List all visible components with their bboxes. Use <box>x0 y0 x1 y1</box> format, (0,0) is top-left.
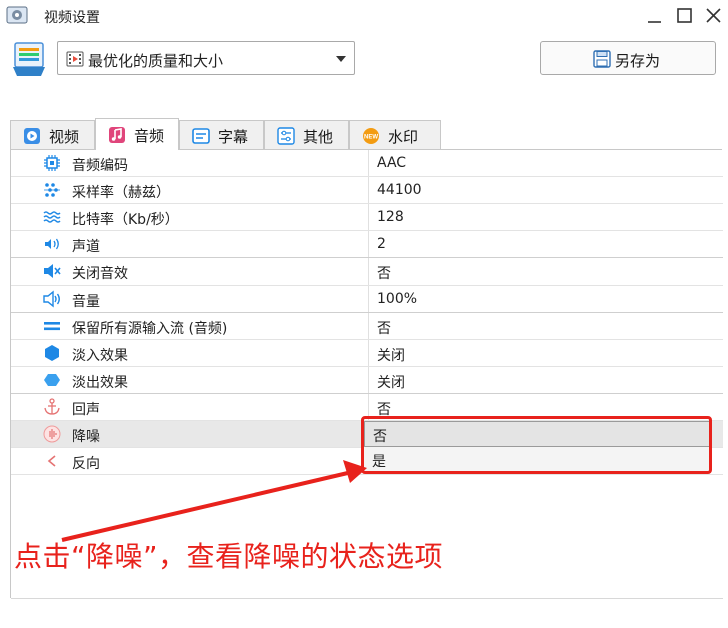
tab-label: 视频 <box>49 128 80 146</box>
hexagon-fill-icon <box>45 345 59 361</box>
save-disk-icon <box>593 50 611 68</box>
tab-other[interactable]: 其他 <box>264 120 349 149</box>
subtitle-icon <box>192 128 210 144</box>
chevron-down-icon <box>336 56 346 62</box>
property-row-fade-out[interactable]: 淡出效果 关闭 <box>11 367 723 394</box>
property-label: 关闭音效 <box>72 266 128 282</box>
tab-watermark[interactable]: NEW 水印 <box>349 120 441 149</box>
property-value: 100% <box>377 291 418 307</box>
preset-dropdown[interactable]: 最优化的质量和大小 <box>57 41 355 75</box>
save-as-button[interactable]: 另存为 <box>540 41 716 75</box>
property-row-audio-codec[interactable]: 音频编码 AAC <box>11 150 723 177</box>
property-label: 保留所有源输入流 (音频) <box>72 321 228 337</box>
echo-anchor-icon <box>44 398 60 415</box>
music-note-icon <box>109 127 125 143</box>
annotation-highlight-box <box>361 416 712 474</box>
film-icon <box>66 51 84 67</box>
equals-icon <box>44 322 60 331</box>
tab-video[interactable]: 视频 <box>10 120 95 149</box>
property-label: 音频编码 <box>72 158 128 174</box>
property-label: 比特率（Kb/秒） <box>72 212 179 228</box>
property-label: 声道 <box>72 239 100 255</box>
tab-label: 字幕 <box>218 128 249 146</box>
property-row-mute[interactable]: 关闭音效 否 <box>11 258 723 286</box>
maximize-icon[interactable] <box>675 6 695 26</box>
new-badge-icon: NEW <box>363 128 379 144</box>
property-row-sample-rate[interactable]: 采样率（赫兹） 44100 <box>11 177 723 204</box>
property-label: 音量 <box>72 294 100 310</box>
hexagon-light-icon <box>44 374 60 386</box>
noise-reduction-icon <box>43 425 61 443</box>
video-play-icon <box>24 128 40 144</box>
grid-bottom-border <box>11 598 723 599</box>
property-label: 回声 <box>72 402 100 418</box>
mute-speaker-icon <box>44 264 61 278</box>
settings-tabs: 视频 音频 字幕 其他 NEW 水印 <box>10 118 722 150</box>
property-row-keep-streams[interactable]: 保留所有源输入流 (音频) 否 <box>11 313 723 340</box>
property-value: 2 <box>377 236 386 252</box>
property-label: 反向 <box>72 456 100 472</box>
tab-label: 水印 <box>388 128 419 146</box>
sliders-icon <box>277 127 295 145</box>
property-row-fade-in[interactable]: 淡入效果 关闭 <box>11 340 723 367</box>
tab-label: 其他 <box>303 128 334 146</box>
volume-icon <box>43 290 60 308</box>
property-row-bitrate[interactable]: 比特率（Kb/秒） 128 <box>11 204 723 231</box>
property-value: 关闭 <box>377 375 405 391</box>
preset-list-icon <box>13 42 45 76</box>
property-label: 淡出效果 <box>72 375 128 391</box>
sample-rate-icon <box>44 183 60 197</box>
property-label: 降噪 <box>72 429 100 445</box>
audio-properties-grid: 音频编码 AAC 采样率（赫兹） 44100 比特率（Kb/秒） 128 声道 … <box>10 150 723 599</box>
title-bar: 视频设置 <box>0 0 722 32</box>
property-value: 否 <box>377 321 391 337</box>
property-value: 关闭 <box>377 348 405 364</box>
svg-text:NEW: NEW <box>364 135 378 141</box>
video-settings-window: 视频设置 最优化的质量和大小 另存为 视频 音频 字幕 其他 NEW 水印 音频… <box>0 0 723 600</box>
tab-subtitle[interactable]: 字幕 <box>179 120 264 149</box>
save-as-label: 另存为 <box>615 52 661 70</box>
property-row-channels[interactable]: 声道 2 <box>11 231 723 258</box>
property-label: 采样率（赫兹） <box>72 185 170 201</box>
property-row-volume[interactable]: 音量 100% <box>11 286 723 313</box>
property-value: 否 <box>377 266 391 282</box>
close-icon[interactable] <box>704 6 724 26</box>
property-value: 44100 <box>377 182 422 198</box>
bitrate-wave-icon <box>43 211 61 223</box>
annotation-caption: 点击“降噪”，查看降噪的状态选项 <box>14 540 444 573</box>
reverse-icon <box>47 455 56 467</box>
app-icon <box>6 6 28 24</box>
tab-audio[interactable]: 音频 <box>95 118 179 150</box>
chip-icon <box>44 155 60 171</box>
property-label: 淡入效果 <box>72 348 128 364</box>
tab-label: 音频 <box>134 127 165 145</box>
minimize-icon[interactable] <box>645 6 665 26</box>
channel-icon <box>45 238 59 250</box>
preset-selected-value: 最优化的质量和大小 <box>88 52 224 70</box>
property-value: AAC <box>377 155 407 171</box>
property-value: 128 <box>377 209 404 225</box>
window-title: 视频设置 <box>44 10 100 26</box>
